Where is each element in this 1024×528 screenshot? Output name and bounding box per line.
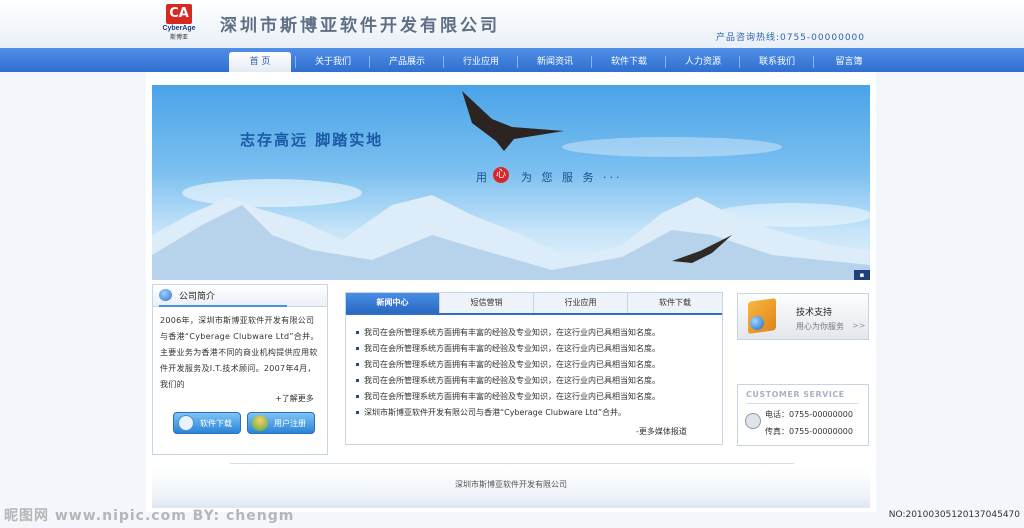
bullet-icon <box>356 379 359 382</box>
about-header: 公司简介 <box>153 285 327 307</box>
chat-bubble-icon <box>159 289 172 301</box>
tab-software-download[interactable]: 软件下载 <box>628 293 722 313</box>
double-arrow-icon: >> <box>852 321 866 330</box>
about-panel: 公司简介 2006年，深圳市斯博亚软件开发有限公司与香港“Cyberage Cl… <box>152 284 328 455</box>
nav-divider <box>739 56 740 68</box>
about-title-underline <box>159 305 287 307</box>
service-title: CUSTOMER SERVICE <box>746 390 845 399</box>
nav-divider <box>517 56 518 68</box>
footer-divider <box>230 463 794 464</box>
news-item[interactable]: 我司在会所管理系统方面拥有丰富的经验及专业知识，在这行业内已具相当知名度。 <box>356 325 718 341</box>
nav-divider <box>295 56 296 68</box>
nav-item-hr[interactable]: 人力资源 <box>672 52 734 72</box>
news-more-link[interactable]: -更多媒体报道 <box>636 426 687 437</box>
watermark-site: 昵图网 www.nipic.com BY: chengm <box>4 508 295 524</box>
nav-item-guestbook[interactable]: 留言簿 <box>818 52 880 72</box>
cloud <box>182 179 362 207</box>
support-title: 技术支持 <box>796 308 833 318</box>
logo-brand: CyberAge <box>162 25 196 32</box>
tech-support-card[interactable]: 技术支持 用心为你服务 >> <box>737 293 869 340</box>
logo-sub: 斯博亚 <box>169 34 188 41</box>
footer-text: 深圳市斯博亚软件开发有限公司 <box>455 480 567 489</box>
company-title: 深圳市斯博亚软件开发有限公司 <box>220 16 500 36</box>
news-item-text: 我司在会所管理系统方面拥有丰富的经验及专业知识，在这行业内已具相当知名度。 <box>364 392 660 401</box>
about-text: 2006年，深圳市斯博亚软件开发有限公司与香港“Cyberage Clubwar… <box>160 316 319 389</box>
nav-item-news[interactable]: 新闻资讯 <box>524 52 586 72</box>
news-item[interactable]: 我司在会所管理系统方面拥有丰富的经验及专业知识，在这行业内已具相当知名度。 <box>356 357 718 373</box>
nav-item-about[interactable]: 关于我们 <box>302 52 364 72</box>
service-fax: 传真：0755-00000000 <box>765 427 853 436</box>
bullet-icon <box>356 395 359 398</box>
nav-item-contact[interactable]: 联系我们 <box>746 52 808 72</box>
phone-icon <box>745 413 761 429</box>
news-list: 我司在会所管理系统方面拥有丰富的经验及专业知识，在这行业内已具相当知名度。 我司… <box>356 325 718 421</box>
nav-divider <box>813 56 814 68</box>
banner-service-before: 用 <box>476 171 490 184</box>
bullet-icon <box>356 331 359 334</box>
hotline: 产品咨询热线:0755-00000000 <box>716 33 865 43</box>
banner-pager-icon[interactable]: ▪ <box>854 270 870 280</box>
nav-divider <box>443 56 444 68</box>
download-icon <box>178 415 194 431</box>
news-item-text: 我司在会所管理系统方面拥有丰富的经验及专业知识，在这行业内已具相当知名度。 <box>364 360 660 369</box>
news-item-text: 我司在会所管理系统方面拥有丰富的经验及专业知识，在这行业内已具相当知名度。 <box>364 328 660 337</box>
banner-slogan: 志存高远 脚踏实地 <box>240 131 384 149</box>
footer: 深圳市斯博亚软件开发有限公司 <box>152 468 870 508</box>
bullet-icon <box>356 411 359 414</box>
customer-service-card: CUSTOMER SERVICE 电话：0755-00000000 传真：075… <box>737 384 869 446</box>
cloud <box>562 137 782 157</box>
banner-service-after: 为 您 服 务 ··· <box>521 171 623 184</box>
news-item-text: 我司在会所管理系统方面拥有丰富的经验及专业知识，在这行业内已具相当知名度。 <box>364 376 660 385</box>
user-register-button[interactable]: 用户注册 <box>247 412 315 434</box>
divider <box>746 403 858 404</box>
hero-banner: 志存高远 脚踏实地 用 为 您 服 务 ··· 心 ▪ <box>152 85 870 280</box>
header: CA CyberAge 斯博亚 深圳市斯博亚软件开发有限公司 产品咨询热线:07… <box>0 0 1024 48</box>
about-title: 公司简介 <box>179 292 216 302</box>
tab-sms-marketing[interactable]: 短信营销 <box>440 293 534 313</box>
news-item-text: 深圳市斯博亚软件开发有限公司与香港“Cyberage Clubware Ltd”… <box>364 408 626 417</box>
news-item[interactable]: 我司在会所管理系统方面拥有丰富的经验及专业知识，在这行业内已具相当知名度。 <box>356 389 718 405</box>
bullet-icon <box>356 347 359 350</box>
nav-divider <box>591 56 592 68</box>
service-tel: 电话：0755-00000000 <box>765 410 853 419</box>
bullet-icon <box>356 363 359 366</box>
nav-divider <box>369 56 370 68</box>
news-item-text: 我司在会所管理系统方面拥有丰富的经验及专业知识，在这行业内已具相当知名度。 <box>364 344 660 353</box>
news-item[interactable]: 我司在会所管理系统方面拥有丰富的经验及专业知识，在这行业内已具相当知名度。 <box>356 373 718 389</box>
tab-industry[interactable]: 行业应用 <box>534 293 628 313</box>
news-item[interactable]: 深圳市斯博亚软件开发有限公司与香港“Cyberage Clubware Ltd”… <box>356 405 718 421</box>
company-logo[interactable]: CA CyberAge 斯博亚 <box>156 4 202 46</box>
user-register-label: 用户注册 <box>274 419 306 428</box>
nav-item-industry[interactable]: 行业应用 <box>450 52 512 72</box>
eagle-large <box>462 91 564 151</box>
nav-divider <box>665 56 666 68</box>
main-nav: 首 页 关于我们 产品展示 行业应用 新闻资讯 软件下载 人力资源 联系我们 留… <box>0 48 1024 72</box>
software-download-label: 软件下载 <box>200 419 232 428</box>
news-panel: 新闻中心 短信营销 行业应用 软件下载 我司在会所管理系统方面拥有丰富的经验及专… <box>345 292 723 445</box>
support-subtitle: 用心为你服务 <box>796 322 844 331</box>
news-tabs: 新闻中心 短信营销 行业应用 软件下载 <box>346 293 722 315</box>
news-item[interactable]: 我司在会所管理系统方面拥有丰富的经验及专业知识，在这行业内已具相当知名度。 <box>356 341 718 357</box>
about-more-link[interactable]: +了解更多 <box>275 393 314 404</box>
tab-news-center[interactable]: 新闻中心 <box>346 293 440 313</box>
watermark-number: NO:20100305120137045470 <box>888 510 1020 520</box>
nav-item-download[interactable]: 软件下载 <box>598 52 660 72</box>
heart-icon: 心 <box>493 167 509 183</box>
globe-icon <box>750 316 764 330</box>
nav-item-home[interactable]: 首 页 <box>229 52 291 72</box>
software-download-button[interactable]: 软件下载 <box>173 412 241 434</box>
logo-mark: CA <box>166 4 192 24</box>
nav-item-products[interactable]: 产品展示 <box>376 52 438 72</box>
user-icon <box>252 415 268 431</box>
